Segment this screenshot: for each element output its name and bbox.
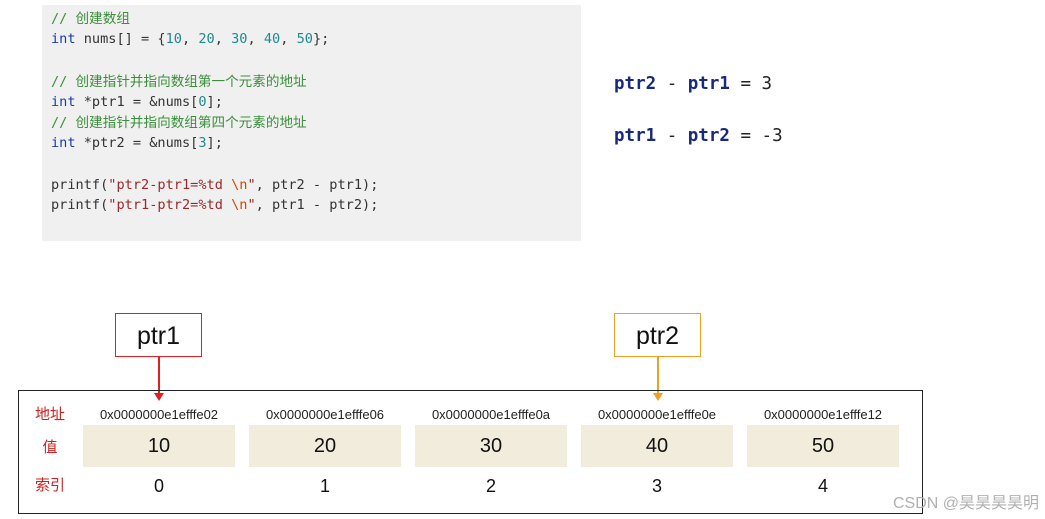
code-text: *ptr2 = &nums[ <box>75 135 199 151</box>
cell-address: 0x0000000e1efffe06 <box>265 407 385 422</box>
code-escape: \n <box>231 197 248 213</box>
code-escape: \n <box>231 177 248 193</box>
code-number: 10 <box>165 31 182 47</box>
cell-index: 4 <box>817 476 828 496</box>
code-number: 50 <box>296 31 313 47</box>
result-value: = -3 <box>729 126 783 146</box>
cell-address: 0x0000000e1efffe0e <box>597 407 717 422</box>
code-text: nums[] = { <box>75 31 166 47</box>
code-text: , <box>214 31 232 47</box>
result-ptr2-minus-ptr1: ptr2 - ptr1 = 3 <box>614 70 772 98</box>
cell-value: 30 <box>415 425 567 467</box>
code-comment: // 创建数组 <box>51 11 130 27</box>
result-operator: - <box>656 74 688 94</box>
result-operand: ptr1 <box>614 126 657 146</box>
code-line-10: printf("ptr1-ptr2=%td \n", ptr1 - ptr2); <box>51 195 378 215</box>
code-text: ]; <box>206 135 223 151</box>
code-text: }; <box>312 31 330 47</box>
code-number: 20 <box>198 31 215 47</box>
code-text: , <box>181 31 199 47</box>
cell-index: 0 <box>153 476 164 496</box>
cell-address: 0x0000000e1efffe12 <box>763 407 883 422</box>
code-string: " <box>247 177 256 193</box>
code-line-7: int *ptr2 = &nums[3]; <box>51 133 223 153</box>
code-text: , ptr2 - ptr1); <box>255 177 379 193</box>
result-value: = 3 <box>729 74 773 94</box>
code-line-1: // 创建数组 <box>51 9 130 29</box>
code-function: printf( <box>51 197 109 213</box>
code-string: "ptr1-ptr2=%td <box>108 197 232 213</box>
code-line-6: // 创建指针并指向数组第四个元素的地址 <box>51 113 307 133</box>
cell-index: 2 <box>485 476 496 496</box>
code-string: "ptr2-ptr1=%td <box>108 177 232 193</box>
cell-value: 20 <box>249 425 401 467</box>
code-text: *ptr1 = &nums[ <box>75 94 199 110</box>
code-block: // 创建数组 int nums[] = {10, 20, 30, 40, 50… <box>42 5 581 241</box>
watermark: CSDN @昊昊昊昊明 <box>892 495 1039 512</box>
code-text: ]; <box>206 94 223 110</box>
code-keyword: int <box>51 135 76 151</box>
cell-address: 0x0000000e1efffe0a <box>431 407 551 422</box>
ptr2-arrow-line <box>657 357 659 393</box>
result-operator: - <box>656 126 688 146</box>
code-text: , ptr1 - ptr2); <box>255 197 379 213</box>
result-operand: ptr1 <box>687 74 730 94</box>
code-number: 0 <box>198 94 207 110</box>
code-line-5: int *ptr1 = &nums[0]; <box>51 92 223 112</box>
result-ptr1-minus-ptr2: ptr1 - ptr2 = -3 <box>614 122 783 150</box>
cell-index: 1 <box>319 476 330 496</box>
address-row-label: 地址 <box>34 406 65 423</box>
cell-value: 40 <box>581 425 733 467</box>
index-row-label: 索引 <box>34 477 65 494</box>
code-line-9: printf("ptr2-ptr1=%td \n", ptr2 - ptr1); <box>51 175 378 195</box>
cell-address: 0x0000000e1efffe02 <box>99 407 219 422</box>
code-keyword: int <box>51 94 76 110</box>
cell-value: 10 <box>83 425 235 467</box>
code-comment: // 创建指针并指向数组第四个元素的地址 <box>51 115 307 131</box>
ptr1-box: ptr1 <box>115 313 202 357</box>
code-number: 40 <box>263 31 281 47</box>
code-line-2: int nums[] = {10, 20, 30, 40, 50}; <box>51 29 329 49</box>
value-row-label: 值 <box>42 439 58 456</box>
code-text: , <box>280 31 297 47</box>
ptr1-arrow-line <box>158 357 160 393</box>
code-number: 30 <box>231 31 248 47</box>
result-operand: ptr2 <box>687 126 730 146</box>
code-text: , <box>247 31 264 47</box>
code-comment: // 创建指针并指向数组第一个元素的地址 <box>51 74 307 90</box>
result-operand: ptr2 <box>614 74 657 94</box>
cell-index: 3 <box>651 476 662 496</box>
code-keyword: int <box>51 31 76 47</box>
ptr2-box: ptr2 <box>614 313 701 357</box>
code-string: " <box>247 197 256 213</box>
code-line-4: // 创建指针并指向数组第一个元素的地址 <box>51 72 307 92</box>
cell-value: 50 <box>747 425 899 467</box>
code-function: printf( <box>51 177 109 193</box>
code-number: 3 <box>198 135 207 151</box>
